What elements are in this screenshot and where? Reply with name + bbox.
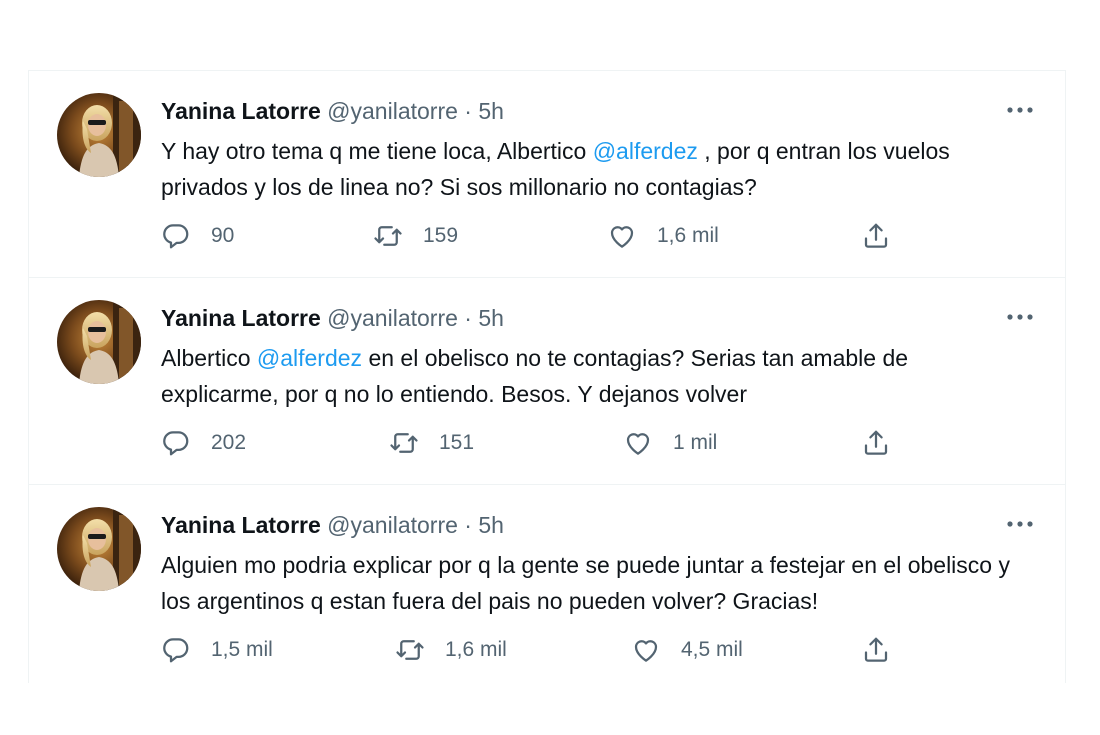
retweet-icon xyxy=(396,640,424,660)
retweet-button[interactable]: 159 xyxy=(373,219,458,253)
author-name[interactable]: Yanina Latorre xyxy=(161,98,321,124)
avatar[interactable] xyxy=(57,93,141,177)
share-button[interactable] xyxy=(861,426,911,460)
retweet-button[interactable]: 151 xyxy=(389,426,474,460)
reply-button[interactable]: 90 xyxy=(161,219,234,253)
separator-dot: · xyxy=(464,98,472,124)
reply-button[interactable]: 202 xyxy=(161,426,246,460)
heart-icon xyxy=(634,640,658,662)
author-handle[interactable]: @yanilatorre xyxy=(327,512,458,538)
like-button[interactable]: 4,5 mil xyxy=(631,633,743,667)
reply-icon xyxy=(163,224,189,249)
like-count: 4,5 mil xyxy=(681,638,743,661)
reply-icon xyxy=(163,638,189,663)
tweet[interactable]: Yanina Latorre @yanilatorre · 5h Alguien… xyxy=(29,485,1065,691)
tweet-text-part: Y hay otro tema q me tiene loca, Alberti… xyxy=(161,138,593,164)
tweet[interactable]: Yanina Latorre @yanilatorre · 5h Y hay o… xyxy=(29,71,1065,278)
tweet-header: Yanina Latorre @yanilatorre · 5h xyxy=(161,511,504,539)
tweet-header: Yanina Latorre @yanilatorre · 5h xyxy=(161,304,504,332)
retweet-icon xyxy=(374,226,402,246)
tweet[interactable]: Yanina Latorre @yanilatorre · 5h Alberti… xyxy=(29,278,1065,485)
share-icon xyxy=(864,223,888,248)
retweet-icon xyxy=(390,433,418,453)
mention-link[interactable]: @alferdez xyxy=(257,345,362,371)
more-icon[interactable] xyxy=(1005,103,1035,117)
tweet-actions: 90 159 1,6 mil xyxy=(161,219,921,253)
tweet-text: Y hay otro tema q me tiene loca, Alberti… xyxy=(161,133,1021,205)
tweet-actions: 202 151 1 mil xyxy=(161,426,921,460)
tweet-text: Alguien mo podria explicar por q la gent… xyxy=(161,547,1021,619)
author-handle[interactable]: @yanilatorre xyxy=(327,98,458,124)
like-button[interactable]: 1 mil xyxy=(623,426,717,460)
tweet-time[interactable]: 5h xyxy=(478,305,504,331)
tweet-time[interactable]: 5h xyxy=(478,512,504,538)
tweet-header: Yanina Latorre @yanilatorre · 5h xyxy=(161,97,504,125)
timeline: Yanina Latorre @yanilatorre · 5h Y hay o… xyxy=(28,70,1066,683)
tweet-text: Albertico @alferdez en el obelisco no te… xyxy=(161,340,1021,412)
like-button[interactable]: 1,6 mil xyxy=(607,219,719,253)
reply-count: 202 xyxy=(211,431,247,454)
retweet-count: 151 xyxy=(439,431,475,454)
separator-dot: · xyxy=(464,305,472,331)
retweet-button[interactable]: 1,6 mil xyxy=(395,633,507,667)
retweet-count: 159 xyxy=(423,224,459,247)
author-name[interactable]: Yanina Latorre xyxy=(161,512,321,538)
avatar[interactable] xyxy=(57,300,141,384)
reply-button[interactable]: 1,5 mil xyxy=(161,633,273,667)
like-count: 1 mil xyxy=(673,431,718,454)
reply-icon xyxy=(163,431,189,456)
author-name[interactable]: Yanina Latorre xyxy=(161,305,321,331)
more-icon[interactable] xyxy=(1005,310,1035,324)
reply-count: 90 xyxy=(211,224,235,247)
mention-link[interactable]: @alferdez xyxy=(593,138,698,164)
share-icon xyxy=(864,430,888,455)
separator-dot: · xyxy=(464,512,472,538)
reply-count: 1,5 mil xyxy=(211,638,273,661)
author-handle[interactable]: @yanilatorre xyxy=(327,305,458,331)
tweet-actions: 1,5 mil 1,6 mil 4,5 mil xyxy=(161,633,921,667)
share-button[interactable] xyxy=(861,219,911,253)
tweet-text-part: Albertico xyxy=(161,345,257,371)
more-icon[interactable] xyxy=(1005,517,1035,531)
tweet-text-part: Alguien mo podria explicar por q la gent… xyxy=(161,552,1010,614)
heart-icon xyxy=(610,226,634,248)
avatar[interactable] xyxy=(57,507,141,591)
retweet-count: 1,6 mil xyxy=(445,638,507,661)
tweet-time[interactable]: 5h xyxy=(478,98,504,124)
heart-icon xyxy=(626,433,650,455)
like-count: 1,6 mil xyxy=(657,224,719,247)
share-icon xyxy=(864,637,888,662)
share-button[interactable] xyxy=(861,633,911,667)
